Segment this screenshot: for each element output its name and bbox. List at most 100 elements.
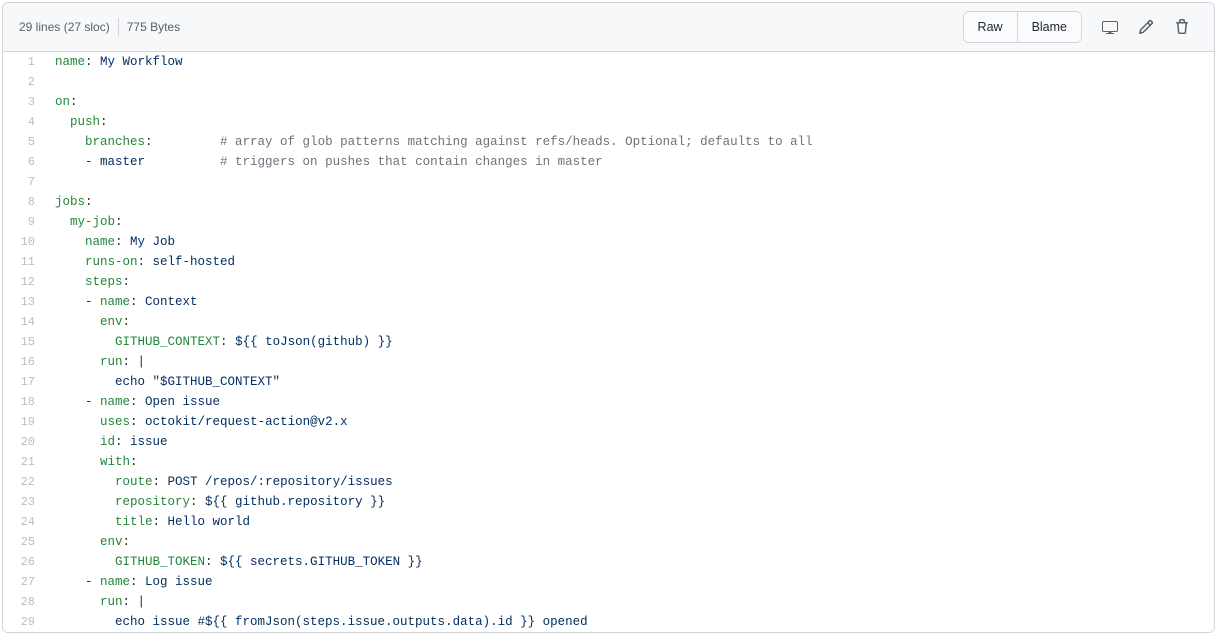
- icon-actions: [1094, 13, 1198, 41]
- line-content: jobs:: [45, 192, 1214, 212]
- line-number[interactable]: 13: [3, 292, 45, 312]
- code-line: 24 title: Hello world: [3, 512, 1214, 532]
- code-line: 13 - name: Context: [3, 292, 1214, 312]
- line-content: repository: ${{ github.repository }}: [45, 492, 1214, 512]
- code-line: 5 branches: # array of glob patterns mat…: [3, 132, 1214, 152]
- code-line: 29 echo issue #${{ fromJson(steps.issue.…: [3, 612, 1214, 632]
- trash-icon[interactable]: [1166, 13, 1198, 41]
- code-line: 12 steps:: [3, 272, 1214, 292]
- line-content: name: My Job: [45, 232, 1214, 252]
- code-line: 2: [3, 72, 1214, 92]
- line-number[interactable]: 27: [3, 572, 45, 592]
- line-content: on:: [45, 92, 1214, 112]
- code-line: 10 name: My Job: [3, 232, 1214, 252]
- line-content: with:: [45, 452, 1214, 472]
- line-number[interactable]: 23: [3, 492, 45, 512]
- line-content: echo "$GITHUB_CONTEXT": [45, 372, 1214, 392]
- line-number[interactable]: 5: [3, 132, 45, 152]
- line-number[interactable]: 3: [3, 92, 45, 112]
- line-content: env:: [45, 532, 1214, 552]
- line-number[interactable]: 26: [3, 552, 45, 572]
- line-content: [45, 172, 1214, 192]
- code-line: 3on:: [3, 92, 1214, 112]
- line-content: my-job:: [45, 212, 1214, 232]
- line-content: id: issue: [45, 432, 1214, 452]
- line-content: uses: octokit/request-action@v2.x: [45, 412, 1214, 432]
- file-actions: Raw Blame: [963, 11, 1198, 43]
- code-line: 4 push:: [3, 112, 1214, 132]
- line-number[interactable]: 12: [3, 272, 45, 292]
- raw-button[interactable]: Raw: [964, 12, 1018, 42]
- line-number[interactable]: 22: [3, 472, 45, 492]
- line-number[interactable]: 6: [3, 152, 45, 172]
- line-number[interactable]: 15: [3, 332, 45, 352]
- line-content: branches: # array of glob patterns match…: [45, 132, 1214, 152]
- code-line: 22 route: POST /repos/:repository/issues: [3, 472, 1214, 492]
- pencil-icon[interactable]: [1130, 13, 1162, 41]
- line-content: env:: [45, 312, 1214, 332]
- code-line: 18 - name: Open issue: [3, 392, 1214, 412]
- line-number[interactable]: 25: [3, 532, 45, 552]
- code-table: 1name: My Workflow2 3on:4 push:5 branche…: [3, 52, 1214, 632]
- code-line: 8jobs:: [3, 192, 1214, 212]
- code-line: 14 env:: [3, 312, 1214, 332]
- line-number[interactable]: 20: [3, 432, 45, 452]
- code-line: 26 GITHUB_TOKEN: ${{ secrets.GITHUB_TOKE…: [3, 552, 1214, 572]
- code-line: 19 uses: octokit/request-action@v2.x: [3, 412, 1214, 432]
- blame-button[interactable]: Blame: [1018, 12, 1081, 42]
- line-content: [45, 72, 1214, 92]
- line-number[interactable]: 11: [3, 252, 45, 272]
- line-number[interactable]: 19: [3, 412, 45, 432]
- line-content: run: |: [45, 592, 1214, 612]
- line-content: - name: Open issue: [45, 392, 1214, 412]
- line-number[interactable]: 14: [3, 312, 45, 332]
- code-line: 17 echo "$GITHUB_CONTEXT": [3, 372, 1214, 392]
- code-line: 16 run: |: [3, 352, 1214, 372]
- line-number[interactable]: 2: [3, 72, 45, 92]
- line-content: push:: [45, 112, 1214, 132]
- line-number[interactable]: 17: [3, 372, 45, 392]
- line-content: - master # triggers on pushes that conta…: [45, 152, 1214, 172]
- line-number[interactable]: 7: [3, 172, 45, 192]
- file-size: 775 Bytes: [127, 20, 180, 34]
- line-number[interactable]: 1: [3, 52, 45, 72]
- code-line: 27 - name: Log issue: [3, 572, 1214, 592]
- line-content: GITHUB_TOKEN: ${{ secrets.GITHUB_TOKEN }…: [45, 552, 1214, 572]
- line-number[interactable]: 28: [3, 592, 45, 612]
- line-number[interactable]: 21: [3, 452, 45, 472]
- line-number[interactable]: 10: [3, 232, 45, 252]
- code-line: 15 GITHUB_CONTEXT: ${{ toJson(github) }}: [3, 332, 1214, 352]
- code-line: 20 id: issue: [3, 432, 1214, 452]
- line-content: run: |: [45, 352, 1214, 372]
- line-number[interactable]: 18: [3, 392, 45, 412]
- line-number[interactable]: 16: [3, 352, 45, 372]
- code-line: 6 - master # triggers on pushes that con…: [3, 152, 1214, 172]
- code-line: 25 env:: [3, 532, 1214, 552]
- code-line: 7: [3, 172, 1214, 192]
- code-line: 21 with:: [3, 452, 1214, 472]
- lines-count: 29 lines (27 sloc): [19, 20, 110, 34]
- line-content: echo issue #${{ fromJson(steps.issue.out…: [45, 612, 1214, 632]
- line-content: runs-on: self-hosted: [45, 252, 1214, 272]
- code-line: 23 repository: ${{ github.repository }}: [3, 492, 1214, 512]
- line-number[interactable]: 9: [3, 212, 45, 232]
- file-header: 29 lines (27 sloc) 775 Bytes Raw Blame: [3, 3, 1214, 52]
- line-content: title: Hello world: [45, 512, 1214, 532]
- line-content: - name: Context: [45, 292, 1214, 312]
- line-content: GITHUB_CONTEXT: ${{ toJson(github) }}: [45, 332, 1214, 352]
- desktop-icon[interactable]: [1094, 13, 1126, 41]
- divider: [118, 18, 119, 36]
- line-number[interactable]: 24: [3, 512, 45, 532]
- line-content: - name: Log issue: [45, 572, 1214, 592]
- line-number[interactable]: 4: [3, 112, 45, 132]
- code-line: 28 run: |: [3, 592, 1214, 612]
- raw-blame-group: Raw Blame: [963, 11, 1082, 43]
- code-line: 9 my-job:: [3, 212, 1214, 232]
- code-line: 1name: My Workflow: [3, 52, 1214, 72]
- line-content: name: My Workflow: [45, 52, 1214, 72]
- code-area: 1name: My Workflow2 3on:4 push:5 branche…: [3, 52, 1214, 632]
- line-content: route: POST /repos/:repository/issues: [45, 472, 1214, 492]
- line-number[interactable]: 8: [3, 192, 45, 212]
- line-number[interactable]: 29: [3, 612, 45, 632]
- code-line: 11 runs-on: self-hosted: [3, 252, 1214, 272]
